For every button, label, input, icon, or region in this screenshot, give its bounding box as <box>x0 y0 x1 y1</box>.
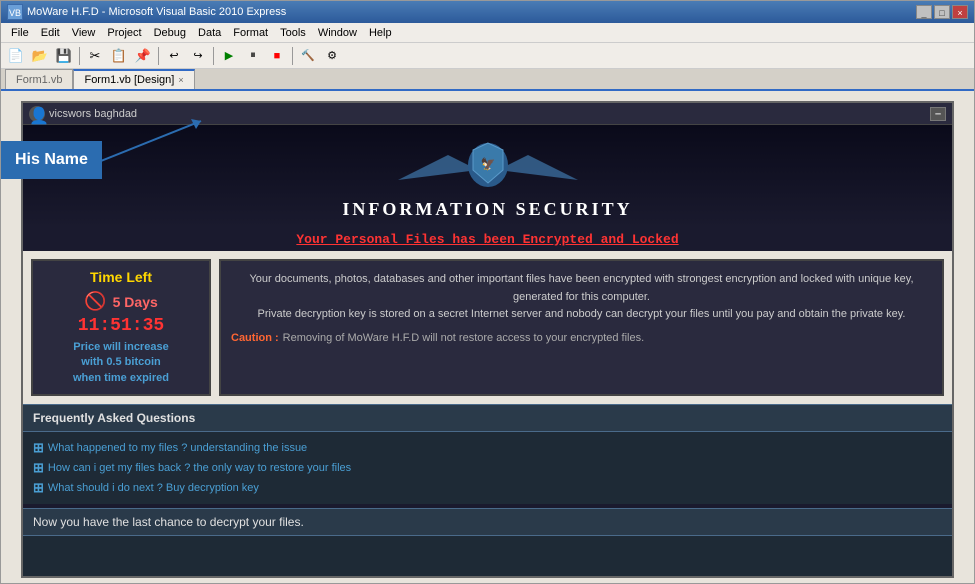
timer-clock: 11:51:35 <box>41 316 201 336</box>
toolbar-stop[interactable]: ■ <box>266 45 288 67</box>
title-bar: VB MoWare H.F.D - Microsoft Visual Basic… <box>1 1 974 23</box>
annotation-overlay: His Name <box>1 141 102 179</box>
rw-content: Time Left 🚫 5 Days 11:51:35 Price will i… <box>23 251 952 404</box>
warning-text: Your Personal Files has been Encrypted a… <box>23 228 952 251</box>
menu-view[interactable]: View <box>66 23 102 43</box>
toolbar: 📄 📂 💾 ✂ 📋 📌 ↩ ↪ ▶ ⏸ ■ 🔨 ⚙ <box>1 43 974 69</box>
menu-bar: File Edit View Project Debug Data Format… <box>1 23 974 43</box>
eagle-svg: 🦅 <box>388 135 588 195</box>
window-controls: _ □ × <box>916 5 968 19</box>
faq-plus-icon-2: ⊞ <box>33 460 44 476</box>
faq-plus-icon-3: ⊞ <box>33 480 44 496</box>
close-button[interactable]: × <box>952 5 968 19</box>
maximize-button[interactable]: □ <box>934 5 950 19</box>
desc-main-text: Your documents, photos, databases and ot… <box>231 271 932 324</box>
toolbar-run[interactable]: ▶ <box>218 45 240 67</box>
minimize-button[interactable]: _ <box>916 5 932 19</box>
caution-label: Caution : <box>231 332 279 344</box>
ransomware-window: 👤 vicswors baghdad 🗕 <box>21 101 954 578</box>
caution-row: Caution : Removing of MoWare H.F.D will … <box>231 332 932 344</box>
faq-item-3-text: What should i do next ? Buy decryption k… <box>48 482 259 494</box>
menu-debug[interactable]: Debug <box>148 23 192 43</box>
faq-item-1-text: What happened to my files ? understandin… <box>48 442 307 454</box>
menu-edit[interactable]: Edit <box>35 23 66 43</box>
menu-window[interactable]: Window <box>312 23 363 43</box>
menu-format[interactable]: Format <box>227 23 274 43</box>
menu-tools[interactable]: Tools <box>274 23 312 43</box>
faq-header: Frequently Asked Questions <box>23 404 952 432</box>
annotation-label: His Name <box>1 141 102 179</box>
desc-panel: Your documents, photos, databases and ot… <box>219 259 944 396</box>
faq-item-3[interactable]: ⊞ What should i do next ? Buy decryption… <box>33 478 942 498</box>
faq-title: Frequently Asked Questions <box>33 411 195 425</box>
caution-text: Removing of MoWare H.F.D will not restor… <box>283 332 645 344</box>
toolbar-undo[interactable]: ↩ <box>163 45 185 67</box>
menu-data[interactable]: Data <box>192 23 227 43</box>
app-icon: VB <box>7 4 23 20</box>
faq-items: ⊞ What happened to my files ? understand… <box>23 432 952 504</box>
timer-note: Price will increasewith 0.5 bitcoinwhen … <box>41 340 201 386</box>
svg-text:🦅: 🦅 <box>480 156 495 171</box>
timer-panel: Time Left 🚫 5 Days 11:51:35 Price will i… <box>31 259 211 396</box>
toolbar-open[interactable]: 📂 <box>29 45 51 67</box>
tab-close-icon[interactable]: × <box>178 70 183 90</box>
faq-plus-icon-1: ⊞ <box>33 440 44 456</box>
toolbar-new[interactable]: 📄 <box>5 45 27 67</box>
annotation-arrow <box>101 111 221 171</box>
user-icon: 👤 <box>29 106 45 122</box>
faq-item-2[interactable]: ⊞ How can i get my files back ? the only… <box>33 458 942 478</box>
toolbar-paste[interactable]: 📌 <box>132 45 154 67</box>
toolbar-settings[interactable]: ⚙ <box>321 45 343 67</box>
faq-item-2-text: How can i get my files back ? the only w… <box>48 462 351 474</box>
toolbar-save[interactable]: 💾 <box>53 45 75 67</box>
rw-main-title: INFORMATION SECURITY <box>23 199 952 220</box>
tab-form1-design[interactable]: Form1.vb [Design] × <box>73 69 194 89</box>
faq-item-1[interactable]: ⊞ What happened to my files ? understand… <box>33 438 942 458</box>
tab-form1-vb-label: Form1.vb <box>16 70 62 90</box>
tab-form1-vb[interactable]: Form1.vb <box>5 69 73 89</box>
timer-days: 5 Days <box>113 294 158 310</box>
timer-days-row: 🚫 5 Days <box>41 291 201 312</box>
title-bar-text: MoWare H.F.D - Microsoft Visual Basic 20… <box>27 6 916 18</box>
tab-bar: Form1.vb Form1.vb [Design] × <box>1 69 974 91</box>
rw-minimize-btn[interactable]: 🗕 <box>930 107 946 121</box>
main-area: His Name 👤 vicswors baghdad 🗕 <box>1 91 974 583</box>
timer-title: Time Left <box>41 269 201 285</box>
timer-icon: 🚫 <box>84 291 106 312</box>
toolbar-redo[interactable]: ↪ <box>187 45 209 67</box>
tab-form1-design-label: Form1.vb [Design] <box>84 70 174 90</box>
toolbar-separator-3 <box>213 47 214 65</box>
decrypt-input-area <box>23 536 952 578</box>
menu-project[interactable]: Project <box>101 23 147 43</box>
toolbar-separator-1 <box>79 47 80 65</box>
decrypt-header: Now you have the last chance to decrypt … <box>23 508 952 536</box>
decrypt-title: Now you have the last chance to decrypt … <box>33 515 304 529</box>
toolbar-pause[interactable]: ⏸ <box>242 45 264 67</box>
toolbar-separator-2 <box>158 47 159 65</box>
toolbar-separator-4 <box>292 47 293 65</box>
ide-window: VB MoWare H.F.D - Microsoft Visual Basic… <box>0 0 975 584</box>
menu-file[interactable]: File <box>5 23 35 43</box>
toolbar-copy[interactable]: 📋 <box>108 45 130 67</box>
toolbar-cut[interactable]: ✂ <box>84 45 106 67</box>
toolbar-build[interactable]: 🔨 <box>297 45 319 67</box>
menu-help[interactable]: Help <box>363 23 398 43</box>
